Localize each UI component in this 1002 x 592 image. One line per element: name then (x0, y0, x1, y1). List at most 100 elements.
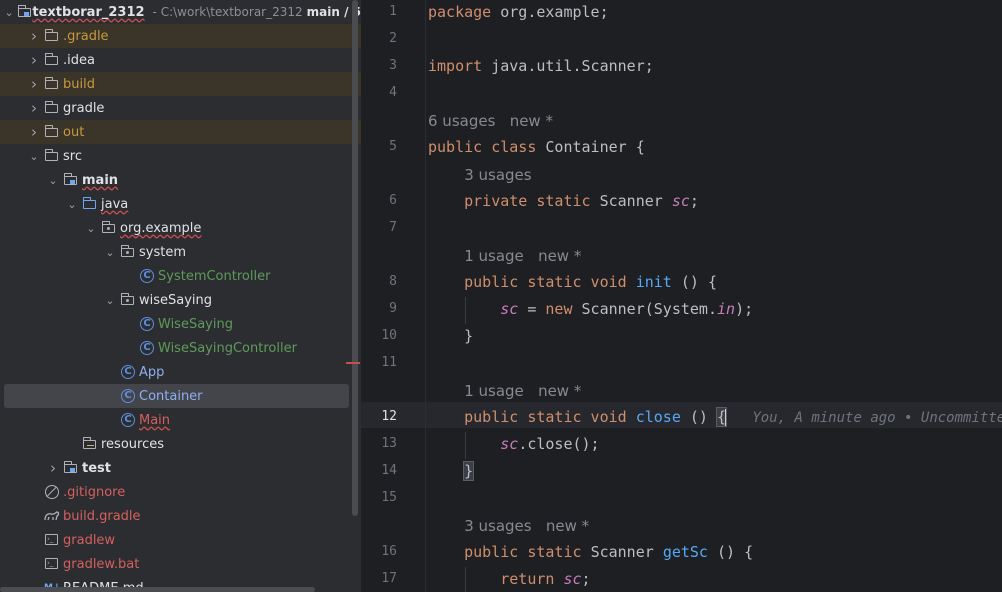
inlay-usages-hint[interactable]: 1 usage new * (464, 247, 581, 265)
chevron-down-icon[interactable]: ⌄ (64, 198, 80, 211)
code-line[interactable]: import java.util.Scanner; (428, 56, 654, 76)
change-marker (346, 362, 360, 364)
code-token: Scanner (599, 192, 672, 210)
tree-item-wisesaying[interactable]: ⌄ wiseSaying (0, 288, 361, 312)
inlay-usages-hint[interactable]: 3 usages new * (464, 517, 589, 535)
gradle-icon (44, 508, 60, 524)
line-number[interactable]: 10 (361, 328, 397, 343)
chevron-right-icon[interactable]: › (45, 459, 61, 477)
line-number[interactable]: 11 (361, 355, 397, 370)
line-number[interactable]: 13 (361, 436, 397, 451)
line-number[interactable]: 1 (361, 4, 397, 19)
tree-item-main[interactable]: ›CMain (0, 408, 361, 432)
code-token: ; (581, 570, 591, 588)
code-token: org.example; (500, 3, 609, 21)
tree-item-out[interactable]: › out (0, 120, 361, 144)
line-number[interactable]: 5 (361, 139, 397, 154)
code-line[interactable]: public static Scanner getSc () { (428, 542, 753, 562)
line-number[interactable]: 7 (361, 220, 397, 235)
inlay-usages-hint[interactable]: 1 usage new * (464, 382, 581, 400)
tree-item-textborar-2312[interactable]: ⌄ textborar_2312 - C:\work\textborar_2312… (0, 0, 361, 24)
tree-item-src[interactable]: ⌄ src (0, 144, 361, 168)
tree-item-test[interactable]: › test (0, 456, 361, 480)
tree-vertical-scrollbar[interactable] (352, 0, 358, 516)
line-number[interactable]: 17 (361, 571, 397, 586)
tree-item-gradle[interactable]: › gradle (0, 96, 361, 120)
tree-item-wisesaying[interactable]: ›CWiseSaying (0, 312, 361, 336)
tree-item-gradlew-bat[interactable]: ››_gradlew.bat (0, 552, 361, 576)
code-line[interactable]: public static void init () { (428, 272, 717, 292)
tree-item-idea[interactable]: › .idea (0, 48, 361, 72)
code-line[interactable]: public class Container { (428, 137, 645, 157)
tree-item-label: build.gradle (63, 508, 141, 524)
chevron-down-icon[interactable]: ⌄ (102, 294, 118, 307)
class-icon: C (139, 316, 155, 332)
code-line[interactable]: private static Scanner sc; (428, 191, 699, 211)
code-line[interactable]: } (428, 461, 475, 481)
tree-item-java[interactable]: ⌄ java (0, 192, 361, 216)
tree-item-resources[interactable]: ›resources (0, 432, 361, 456)
chevron-down-icon[interactable]: ⌄ (102, 246, 118, 259)
inlay-usages-hint[interactable]: 3 usages (464, 166, 531, 184)
line-number[interactable]: 14 (361, 463, 397, 478)
tree-item-system[interactable]: ⌄ system (0, 240, 361, 264)
code-line[interactable]: sc.close(); (428, 434, 599, 454)
tree-item-label: test (82, 460, 111, 476)
line-number[interactable]: 15 (361, 490, 397, 505)
tree-item-gradlew[interactable]: ››_gradlew (0, 528, 361, 552)
code-line[interactable]: public static void close () { You, A min… (428, 407, 1002, 428)
tree-item-label: wiseSaying (139, 292, 213, 308)
code-line[interactable]: sc = new Scanner(System.in); (428, 299, 753, 319)
tree-item-wisesayingcontroller[interactable]: ›CWiseSayingController (0, 336, 361, 360)
line-number[interactable]: 8 (361, 274, 397, 289)
chevron-down-icon[interactable]: ⌄ (3, 6, 15, 19)
tree-item-main[interactable]: ⌄ main (0, 168, 361, 192)
tree-item-gitignore[interactable]: ›.gitignore (0, 480, 361, 504)
chevron-right-icon[interactable]: › (26, 75, 42, 93)
line-number[interactable]: 6 (361, 193, 397, 208)
tree-item-systemcontroller[interactable]: ›CSystemController (0, 264, 361, 288)
code-line[interactable]: } (428, 326, 473, 346)
code-token: () { (717, 543, 754, 561)
line-number[interactable]: 12 (361, 409, 397, 424)
inlay-usages-hint[interactable]: 6 usages new * (428, 112, 553, 130)
tree-item-app[interactable]: ›CApp (0, 360, 361, 384)
tree-item-container[interactable]: ›CContainer (4, 384, 349, 408)
code-token: } (428, 327, 474, 345)
code-line[interactable]: package org.example; (428, 2, 609, 22)
chevron-down-icon[interactable]: ⌄ (26, 150, 42, 163)
tree-horizontal-scrollbar[interactable] (0, 587, 315, 592)
package-icon (101, 220, 117, 236)
tree-item-label: Container (139, 388, 203, 404)
line-number[interactable]: 4 (361, 85, 397, 100)
tree-item-build[interactable]: › build (0, 72, 361, 96)
line-number[interactable]: 3 (361, 58, 397, 73)
project-path: - C:\work\textborar_2312 (152, 5, 303, 19)
indent-guide (465, 297, 467, 324)
folder-icon (44, 148, 60, 164)
code-editor[interactable]: package org.example; import java.util.Sca… (426, 0, 1002, 592)
chevron-right-icon[interactable]: › (26, 51, 42, 69)
line-number[interactable]: 2 (361, 31, 397, 46)
chevron-down-icon[interactable]: ⌄ (45, 174, 61, 187)
chevron-right-icon[interactable]: › (26, 123, 42, 141)
chevron-right-icon[interactable]: › (26, 27, 42, 45)
folder-icon (44, 100, 60, 116)
tree-item-org-example[interactable]: ⌄ org.example (0, 216, 361, 240)
tree-item-label: java (101, 196, 129, 212)
chevron-down-icon[interactable]: ⌄ (83, 222, 99, 235)
tree-item-build-gradle[interactable]: ›build.gradle (0, 504, 361, 528)
line-number[interactable]: 9 (361, 301, 397, 316)
code-token: import (428, 57, 492, 75)
code-token: public static (464, 543, 591, 561)
code-token: new (545, 300, 582, 318)
line-number[interactable]: 16 (361, 544, 397, 559)
tree-item-gradle[interactable]: › .gradle (0, 24, 361, 48)
code-line[interactable]: return sc; (428, 569, 591, 589)
chevron-right-icon[interactable]: › (26, 99, 42, 117)
